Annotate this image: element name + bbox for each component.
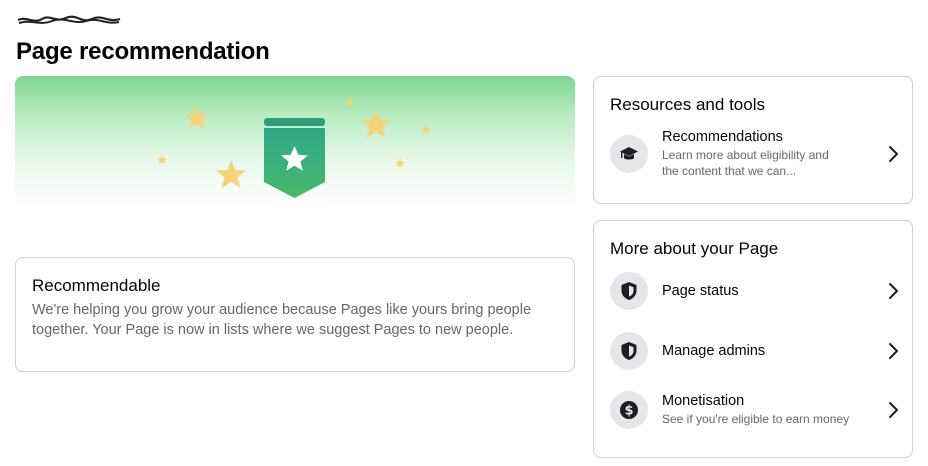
recommendable-title: Recommendable xyxy=(32,276,161,295)
resources-title: Resources and tools xyxy=(610,95,765,114)
monetisation-sub: See if you're eligible to earn money xyxy=(662,412,850,426)
monetisation-label: Monetisation xyxy=(662,393,745,409)
more-about-title: More about your Page xyxy=(610,239,779,258)
shield-icon xyxy=(610,332,648,370)
recommendations-label: Recommendations xyxy=(662,129,783,145)
page-status-row[interactable]: Page status xyxy=(610,272,900,310)
page-title: Page recommendation xyxy=(16,38,270,65)
chevron-right-icon xyxy=(889,283,898,299)
redacted-scribble xyxy=(17,15,121,24)
recommendations-sub-line2: the content that we can... xyxy=(662,164,797,178)
chevron-right-icon xyxy=(889,343,898,359)
badge-icon xyxy=(264,118,325,198)
chevron-right-icon xyxy=(889,402,898,418)
monetisation-row[interactable]: $ Monetisation See if you're eligible to… xyxy=(610,391,900,429)
svg-text:$: $ xyxy=(624,404,633,419)
recommendable-card: Recommendable We're helping you grow you… xyxy=(15,257,575,372)
recommendations-sub-line1: Learn more about eligibility and xyxy=(662,148,829,162)
shield-icon xyxy=(610,272,648,310)
recommendation-banner xyxy=(15,76,575,206)
resources-card: Resources and tools Recommendations Lear… xyxy=(593,76,913,204)
graduation-cap-icon xyxy=(610,135,648,173)
recommendable-description: We're helping you grow your audience bec… xyxy=(32,300,558,340)
page-status-label: Page status xyxy=(662,283,739,299)
recommendations-row[interactable]: Recommendations Learn more about eligibi… xyxy=(610,129,900,179)
recommendable-description-line1: We're helping you grow your audience bec… xyxy=(32,302,532,318)
chevron-right-icon xyxy=(889,146,898,162)
dollar-circle-icon: $ xyxy=(610,391,648,429)
more-about-card: More about your Page Page status Manage … xyxy=(593,220,913,458)
recommendable-description-line2: together. Your Page is now in lists wher… xyxy=(32,322,514,338)
manage-admins-label: Manage admins xyxy=(662,343,766,359)
manage-admins-row[interactable]: Manage admins xyxy=(610,332,900,370)
